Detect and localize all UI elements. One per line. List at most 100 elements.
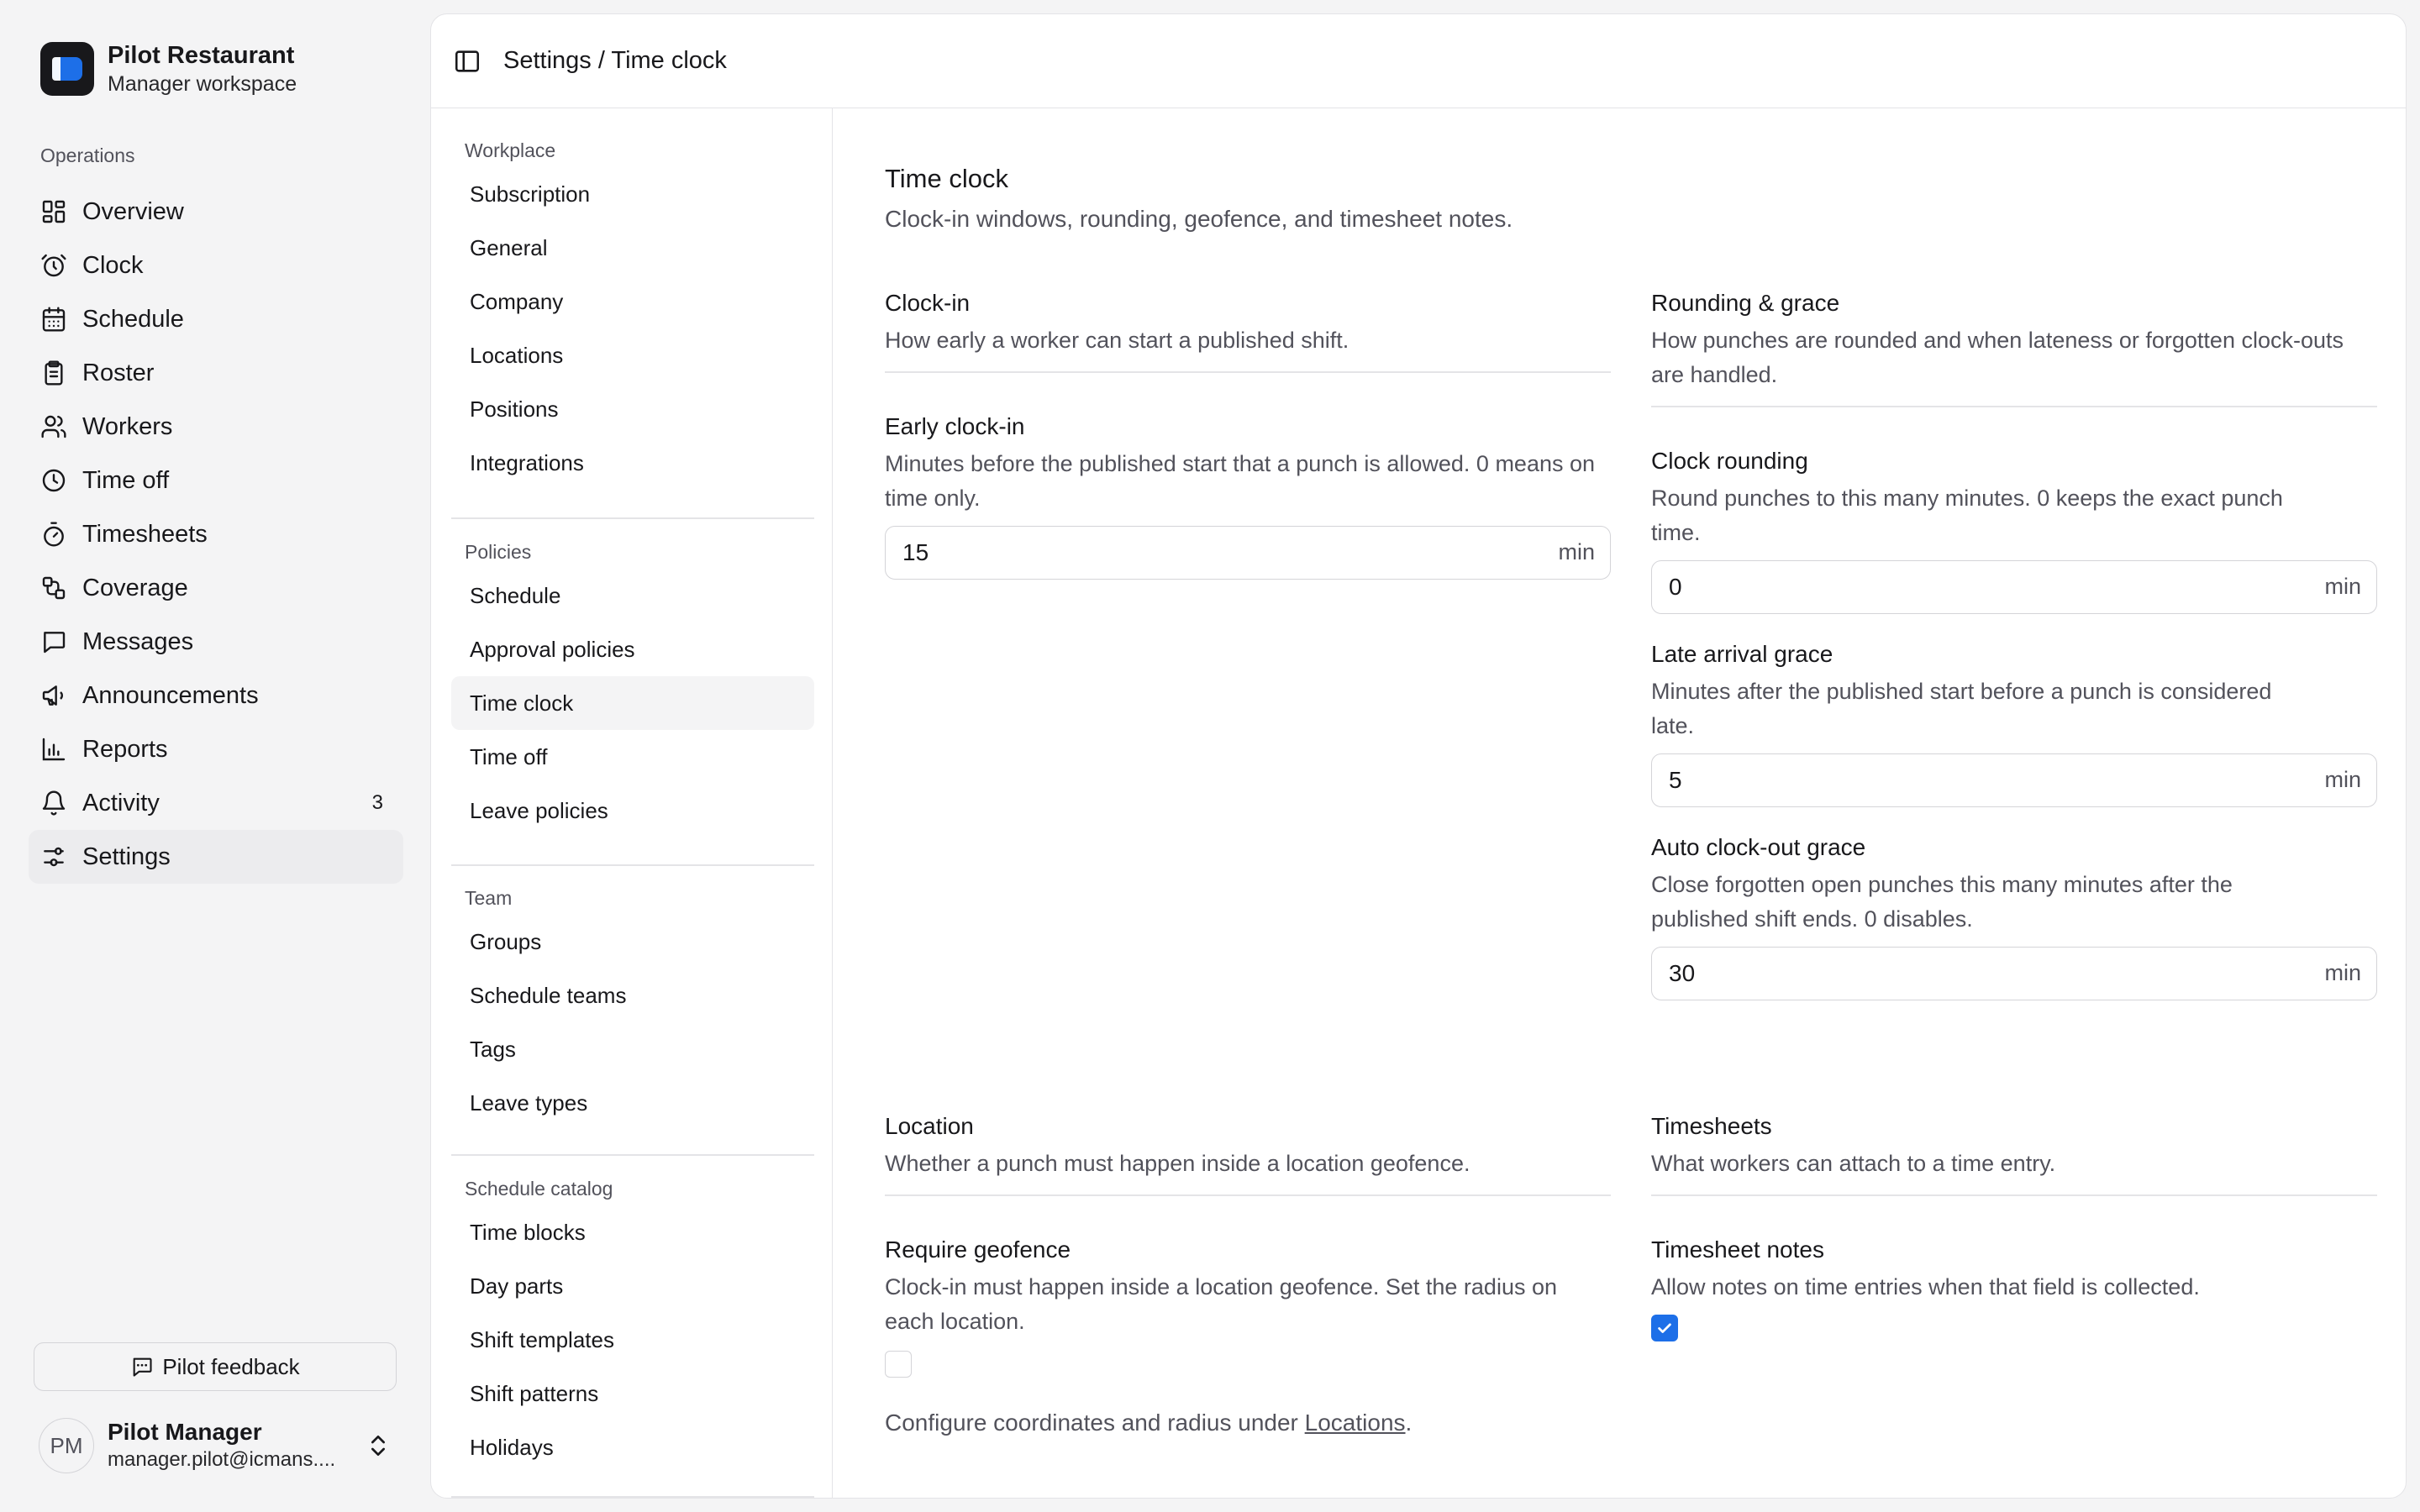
clock-rounding-input[interactable]: 0 min xyxy=(1651,559,2377,614)
section-description: How early a worker can start a published… xyxy=(885,328,1349,353)
workspace-switcher[interactable]: Pilot Restaurant Manager workspace xyxy=(40,40,297,97)
settings-item-holidays[interactable]: Holidays xyxy=(451,1420,814,1474)
field-label: Clock rounding xyxy=(1651,447,1808,474)
field-label: Early clock-in xyxy=(885,412,1025,439)
sidebar-item-coverage[interactable]: Coverage xyxy=(29,561,403,615)
settings-item-leave-types[interactable]: Leave types xyxy=(451,1076,814,1130)
settings-item-schedule[interactable]: Schedule xyxy=(451,569,814,622)
sidebar-toggle-icon[interactable] xyxy=(453,47,481,76)
users-icon xyxy=(41,415,66,438)
settings-item-subscription[interactable]: Subscription xyxy=(451,167,814,221)
unit-label: min xyxy=(1558,539,1595,564)
divider xyxy=(1651,1194,2377,1196)
input-value: 5 xyxy=(1669,766,1682,793)
divider xyxy=(451,1154,814,1156)
settings-section-schedule-catalog: Schedule catalog Time blocks Day parts S… xyxy=(451,1172,814,1474)
sidebar-item-announcements[interactable]: Announcements xyxy=(29,669,403,722)
rounding-grace-section: Rounding & grace How punches are rounded… xyxy=(1651,288,2377,1000)
input-value: 0 xyxy=(1669,573,1682,600)
sidebar-item-label: Overview xyxy=(82,197,184,225)
field-help: Close forgotten open punches this many m… xyxy=(1651,871,2233,932)
field-label: Require geofence xyxy=(885,1236,1071,1263)
sidebar-item-label: Coverage xyxy=(82,574,188,601)
divider xyxy=(451,864,814,866)
settings-item-company[interactable]: Company xyxy=(451,275,814,328)
settings-item-groups[interactable]: Groups xyxy=(451,915,814,969)
route-icon xyxy=(42,576,66,600)
early-clock-in-field: Early clock-in Minutes before the publis… xyxy=(885,412,1611,580)
settings-item-approval-policies[interactable]: Approval policies xyxy=(451,622,814,676)
sidebar-item-settings[interactable]: Settings xyxy=(29,830,403,884)
sidebar-item-schedule[interactable]: Schedule xyxy=(29,292,403,346)
settings-item-schedule-teams[interactable]: Schedule teams xyxy=(451,969,814,1022)
user-menu[interactable]: PM Pilot Manager manager.pilot@icmans...… xyxy=(39,1416,392,1475)
divider xyxy=(885,1194,1611,1196)
auto-clock-out-grace-input[interactable]: 30 min xyxy=(1651,946,2377,1000)
topbar: Settings / Time clock xyxy=(431,14,2406,108)
settings-item-tags[interactable]: Tags xyxy=(451,1022,814,1076)
settings-item-leave-policies[interactable]: Leave policies xyxy=(451,784,814,837)
settings-item-time-blocks[interactable]: Time blocks xyxy=(451,1205,814,1259)
field-label: Timesheet notes xyxy=(1651,1236,1824,1263)
clock-rounding-field: Clock rounding Round punches to this man… xyxy=(1651,446,2377,614)
sidebar-item-label: Settings xyxy=(82,843,171,870)
time-clock-settings: Time clock Clock-in windows, rounding, g… xyxy=(833,108,2406,1498)
sidebar-item-overview[interactable]: Overview xyxy=(29,185,403,239)
geofence-note: Configure coordinates and radius under L… xyxy=(885,1410,1611,1436)
sidebar-item-reports[interactable]: Reports xyxy=(29,722,403,776)
breadcrumb: Settings / Time clock xyxy=(503,47,727,74)
field-help: Minutes before the published start that … xyxy=(885,450,1596,511)
divider xyxy=(451,1496,814,1498)
sidebar-item-roster[interactable]: Roster xyxy=(29,346,403,400)
sidebar-item-workers[interactable]: Workers xyxy=(29,400,403,454)
clock-icon xyxy=(42,469,66,492)
settings-item-positions[interactable]: Positions xyxy=(451,382,814,436)
clock-in-section: Clock-in How early a worker can start a … xyxy=(885,288,1611,580)
settings-item-integrations[interactable]: Integrations xyxy=(451,436,814,490)
sliders-icon xyxy=(44,847,64,867)
settings-item-time-clock[interactable]: Time clock xyxy=(451,676,814,730)
sidebar-item-label: Schedule xyxy=(82,305,184,333)
settings-section-label: Team xyxy=(465,887,513,909)
field-help: Minutes after the published start before… xyxy=(1651,678,2272,738)
late-arrival-grace-input[interactable]: 5 min xyxy=(1651,753,2377,807)
field-help: Round punches to this many minutes. 0 ke… xyxy=(1651,485,2283,545)
brand-subtitle: Manager workspace xyxy=(108,72,297,96)
message-dots-icon xyxy=(133,1357,152,1377)
section-description: How punches are rounded and when latenes… xyxy=(1651,328,2344,387)
require-geofence-checkbox[interactable] xyxy=(885,1350,912,1378)
section-description: What workers can attach to a time entry. xyxy=(1651,1151,2056,1176)
activity-count-badge: 3 xyxy=(371,791,383,814)
section-title: Clock-in xyxy=(885,290,971,316)
settings-item-shift-patterns[interactable]: Shift patterns xyxy=(451,1367,814,1420)
sidebar-item-activity[interactable]: Activity 3 xyxy=(29,776,403,830)
chevrons-up-down-icon xyxy=(371,1436,385,1456)
sidebar-item-label: Messages xyxy=(82,627,194,655)
locations-link[interactable]: Locations xyxy=(1305,1410,1406,1436)
settings-item-day-parts[interactable]: Day parts xyxy=(451,1259,814,1313)
feedback-button[interactable]: Pilot feedback xyxy=(34,1342,397,1391)
settings-item-time-off[interactable]: Time off xyxy=(451,730,814,784)
sidebar-item-label: Announcements xyxy=(82,681,259,709)
sidebar-item-time-off[interactable]: Time off xyxy=(29,454,403,507)
late-arrival-grace-field: Late arrival grace Minutes after the pub… xyxy=(1651,639,2377,807)
settings-item-general[interactable]: General xyxy=(451,221,814,275)
note-suffix: . xyxy=(1405,1409,1413,1436)
settings-item-locations[interactable]: Locations xyxy=(451,328,814,382)
sidebar-item-label: Time off xyxy=(82,466,170,494)
field-label: Auto clock-out grace xyxy=(1651,833,1866,860)
sidebar-item-messages[interactable]: Messages xyxy=(29,615,403,669)
message-icon xyxy=(44,632,66,654)
sidebar-item-timesheets[interactable]: Timesheets xyxy=(29,507,403,561)
clipboard-icon xyxy=(45,360,63,386)
brand-name: Pilot Restaurant xyxy=(108,42,295,69)
bell-icon xyxy=(42,790,66,816)
settings-item-shift-templates[interactable]: Shift templates xyxy=(451,1313,814,1367)
sidebar-item-clock[interactable]: Clock xyxy=(29,239,403,292)
timesheet-notes-checkbox[interactable] xyxy=(1651,1314,1678,1341)
settings-section-policies: Policies Schedule Approval policies Time… xyxy=(451,535,814,837)
page-title: Time clock xyxy=(885,164,1008,193)
unit-label: min xyxy=(2324,960,2361,985)
page-description: Clock-in windows, rounding, geofence, an… xyxy=(885,206,1513,232)
early-clock-in-input[interactable]: 15 min xyxy=(885,525,1611,580)
